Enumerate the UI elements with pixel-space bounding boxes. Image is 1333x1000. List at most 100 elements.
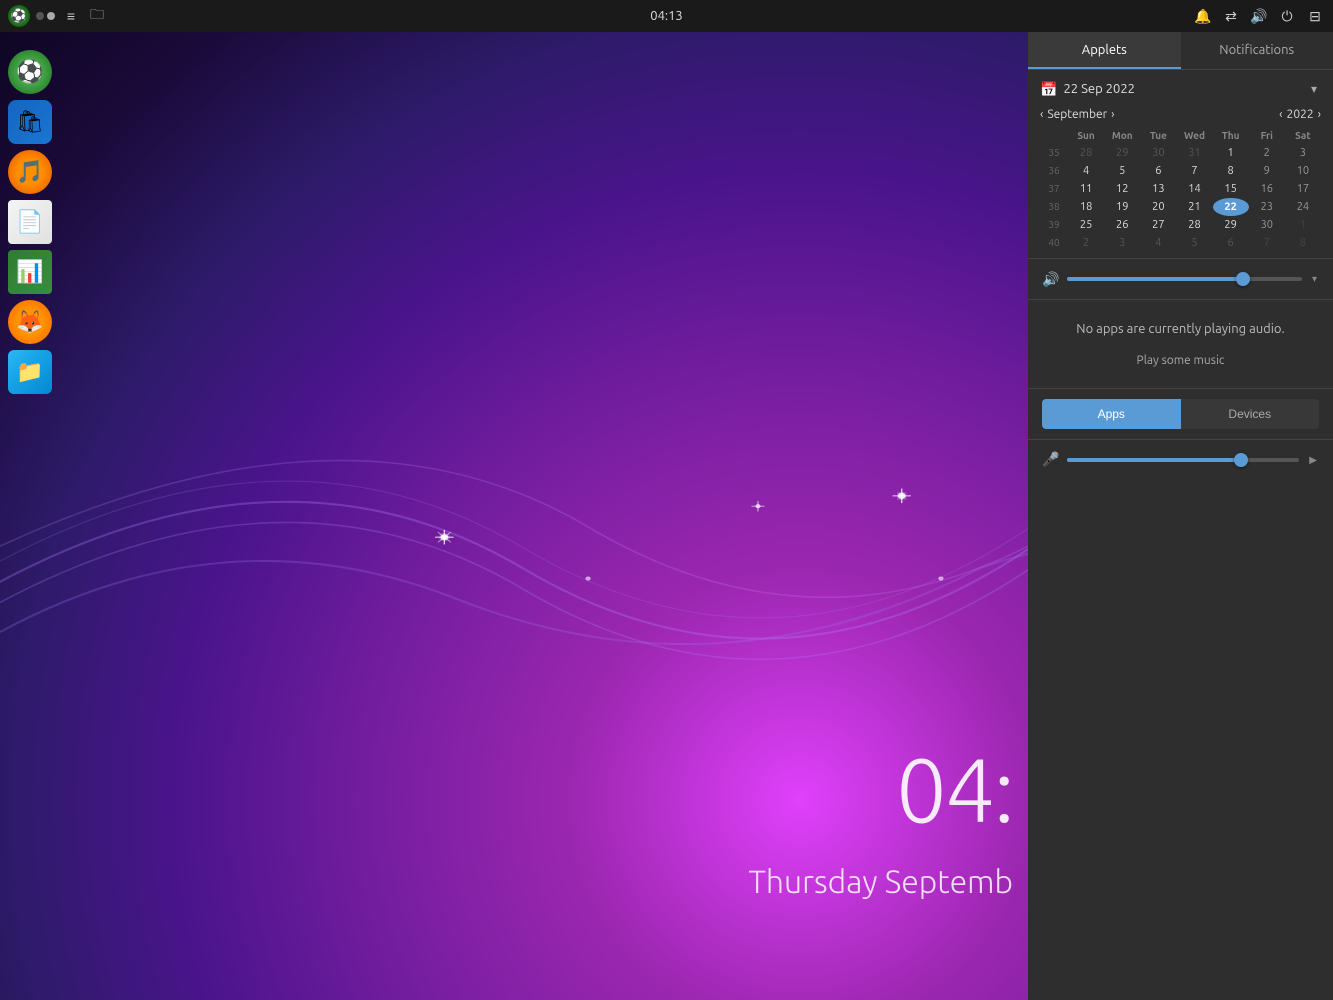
- calendar-day-w3-d6[interactable]: 16: [1249, 180, 1285, 198]
- calendar-day-w4-d1[interactable]: 18: [1068, 198, 1104, 216]
- calendar-day-w6-d1[interactable]: 2: [1068, 234, 1104, 252]
- tab-applets[interactable]: Applets: [1028, 32, 1181, 69]
- calendar-week-3: 3711121314151617: [1040, 180, 1321, 198]
- doc-icon: 📄: [16, 209, 43, 235]
- calendar-day-w1-d5[interactable]: 1: [1213, 144, 1249, 162]
- calendar-day-w2-d7[interactable]: 10: [1285, 162, 1321, 180]
- calendar-day-w3-d2[interactable]: 12: [1104, 180, 1140, 198]
- calendar-day-w6-d7[interactable]: 8: [1285, 234, 1321, 252]
- calendar-day-w5-d3[interactable]: 27: [1140, 216, 1176, 234]
- sheet-icon: 📊: [16, 259, 43, 285]
- day-header-sat: Sat: [1285, 127, 1321, 144]
- calendar-day-w6-d6[interactable]: 7: [1249, 234, 1285, 252]
- dock-item-firefox[interactable]: 🦊: [8, 300, 52, 344]
- calendar-day-w1-d6[interactable]: 2: [1249, 144, 1285, 162]
- mic-fill: [1067, 458, 1241, 462]
- calendar-section: 📅 22 Sep 2022 ▾ ‹ September › ‹ 2022 › S…: [1028, 70, 1333, 259]
- taskbar-volume-icon[interactable]: 🔊: [1249, 6, 1269, 26]
- cinnamon-menu-button[interactable]: ⚽: [8, 5, 30, 27]
- calendar-day-w1-d7[interactable]: 3: [1285, 144, 1321, 162]
- mic-track: [1067, 458, 1299, 462]
- audio-tab-apps[interactable]: Apps: [1042, 399, 1181, 429]
- audio-tabs: Apps Devices: [1028, 389, 1333, 440]
- calendar-day-w5-d7[interactable]: 1: [1285, 216, 1321, 234]
- calendar-day-w4-d3[interactable]: 20: [1140, 198, 1176, 216]
- right-panel: Applets Notifications 📅 22 Sep 2022 ▾ ‹ …: [1028, 32, 1333, 1000]
- calendar-day-w3-d7[interactable]: 17: [1285, 180, 1321, 198]
- mic-thumb[interactable]: [1234, 453, 1248, 467]
- taskbar-power-icon[interactable]: ⏻: [1277, 6, 1297, 26]
- calendar-day-w1-d4[interactable]: 31: [1176, 144, 1212, 162]
- calendar-day-w4-d2[interactable]: 19: [1104, 198, 1140, 216]
- taskbar-network-icon[interactable]: ⇄: [1221, 6, 1241, 26]
- calendar-day-w6-d4[interactable]: 5: [1176, 234, 1212, 252]
- dock-item-bag[interactable]: 🛍: [8, 100, 52, 144]
- dock-item-soccer[interactable]: ⚽: [8, 50, 52, 94]
- dock-item-sheet[interactable]: 📊: [8, 250, 52, 294]
- calendar-day-w2-d6[interactable]: 9: [1249, 162, 1285, 180]
- taskbar-folder-icon[interactable]: 🗀: [87, 6, 107, 26]
- calendar-day-w4-d4[interactable]: 21: [1176, 198, 1212, 216]
- volume-thumb[interactable]: [1236, 272, 1250, 286]
- soccer-icon: ⚽: [16, 59, 43, 85]
- calendar-day-w3-d3[interactable]: 13: [1140, 180, 1176, 198]
- no-audio-section: No apps are currently playing audio. Pla…: [1028, 300, 1333, 389]
- week-number-4: 38: [1040, 198, 1068, 216]
- mic-section: 🎤 ▶: [1028, 440, 1333, 480]
- calendar-day-w5-d2[interactable]: 26: [1104, 216, 1140, 234]
- day-header-fri: Fri: [1249, 127, 1285, 144]
- calendar-day-w5-d6[interactable]: 30: [1249, 216, 1285, 234]
- calendar-day-w6-d5[interactable]: 6: [1213, 234, 1249, 252]
- calendar-week-1: 3528293031123: [1040, 144, 1321, 162]
- mic-expand-arrow[interactable]: ▶: [1307, 452, 1319, 468]
- dock-item-files[interactable]: 📁: [8, 350, 52, 394]
- day-header-wed: Wed: [1176, 127, 1212, 144]
- calendar-week-4: 3818192021222324: [1040, 198, 1321, 216]
- dock-item-doc[interactable]: 📄: [8, 200, 52, 244]
- calendar-day-w2-d2[interactable]: 5: [1104, 162, 1140, 180]
- mic-slider[interactable]: [1067, 450, 1299, 470]
- taskbar-menu-icon[interactable]: ≡: [61, 6, 81, 26]
- volume-slider[interactable]: [1067, 269, 1302, 289]
- calendar-day-w6-d3[interactable]: 4: [1140, 234, 1176, 252]
- bag-icon: 🛍: [16, 109, 44, 135]
- vinyl-icon: 🎵: [16, 159, 43, 185]
- calendar-day-w4-d7[interactable]: 24: [1285, 198, 1321, 216]
- volume-expand-arrow[interactable]: ▾: [1310, 271, 1319, 287]
- tab-notifications[interactable]: Notifications: [1181, 32, 1333, 69]
- calendar-day-w4-d5[interactable]: 22: [1213, 198, 1249, 216]
- taskbar-bell-icon[interactable]: 🔔: [1193, 6, 1213, 26]
- calendar-weeks: 3528293031123364567891037111213141516173…: [1040, 144, 1321, 252]
- volume-track: [1067, 277, 1302, 281]
- month-nav[interactable]: ‹ September ›: [1040, 108, 1115, 121]
- year-nav[interactable]: ‹ 2022 ›: [1279, 108, 1321, 121]
- status-dot-2: [47, 12, 55, 20]
- calendar-day-w2-d4[interactable]: 7: [1176, 162, 1212, 180]
- day-header-tue: Tue: [1140, 127, 1176, 144]
- calendar-day-w1-d3[interactable]: 30: [1140, 144, 1176, 162]
- calendar-day-w5-d4[interactable]: 28: [1176, 216, 1212, 234]
- calendar-header: 📅 22 Sep 2022 ▾: [1040, 80, 1321, 98]
- calendar-day-w6-d2[interactable]: 3: [1104, 234, 1140, 252]
- taskbar-screenshot-icon[interactable]: ⊟: [1305, 6, 1325, 26]
- play-music-link[interactable]: Play some music: [1137, 354, 1225, 367]
- calendar-day-w2-d1[interactable]: 4: [1068, 162, 1104, 180]
- calendar-day-w5-d5[interactable]: 29: [1213, 216, 1249, 234]
- calendar-day-w2-d5[interactable]: 8: [1213, 162, 1249, 180]
- calendar-dropdown-button[interactable]: ▾: [1307, 80, 1321, 98]
- calendar-week-2: 3645678910: [1040, 162, 1321, 180]
- week-number-1: 35: [1040, 144, 1068, 162]
- calendar-day-w4-d6[interactable]: 23: [1249, 198, 1285, 216]
- calendar-day-w3-d5[interactable]: 15: [1213, 180, 1249, 198]
- calendar-day-w1-d2[interactable]: 29: [1104, 144, 1140, 162]
- calendar-day-w2-d3[interactable]: 6: [1140, 162, 1176, 180]
- audio-tab-devices[interactable]: Devices: [1181, 399, 1320, 429]
- calendar-day-w5-d1[interactable]: 25: [1068, 216, 1104, 234]
- calendar-day-w3-d1[interactable]: 11: [1068, 180, 1104, 198]
- next-year-icon: ›: [1318, 108, 1321, 121]
- desktop-clock: 04:: [896, 739, 1013, 840]
- taskbar-clock[interactable]: 04:13: [650, 9, 683, 23]
- dock-item-vinyl[interactable]: 🎵: [8, 150, 52, 194]
- calendar-day-w1-d1[interactable]: 28: [1068, 144, 1104, 162]
- calendar-day-w3-d4[interactable]: 14: [1176, 180, 1212, 198]
